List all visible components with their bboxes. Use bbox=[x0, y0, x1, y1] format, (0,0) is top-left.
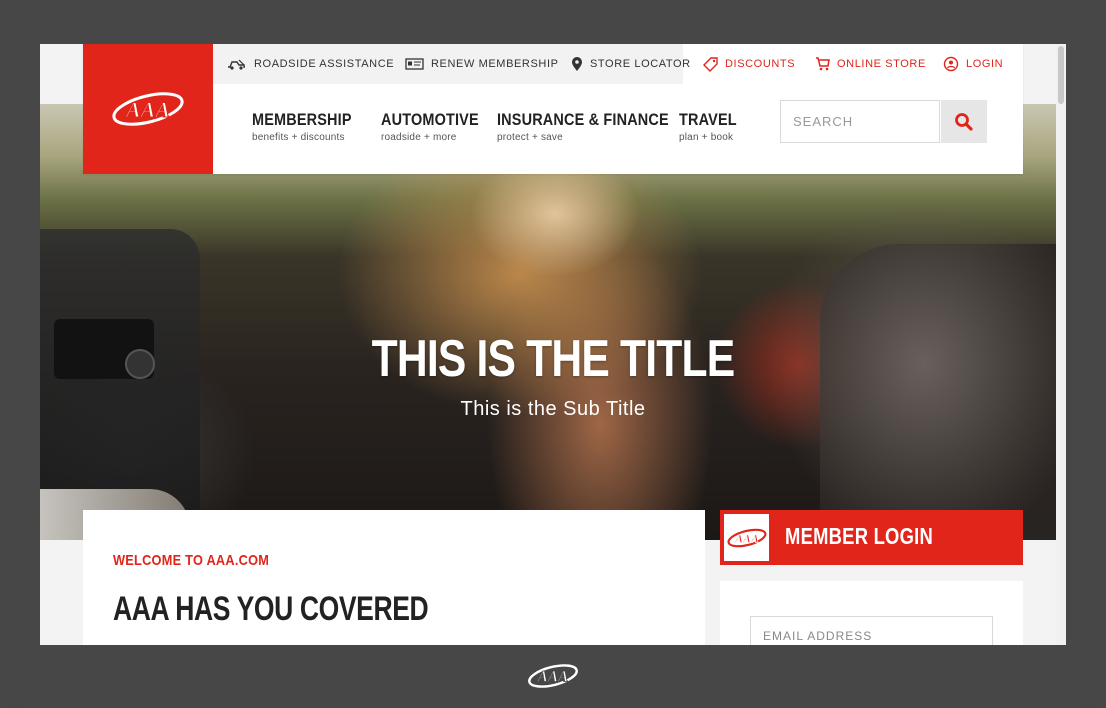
membership-card-icon bbox=[405, 58, 424, 70]
nav-insurance-sub: protect + save bbox=[497, 132, 563, 143]
hero-title: THIS IS THE TITLE bbox=[371, 330, 736, 388]
search-input[interactable] bbox=[781, 101, 943, 142]
utility-store-label: STORE LOCATOR bbox=[590, 58, 691, 70]
utility-roadside-assistance[interactable]: ROADSIDE ASSISTANCE bbox=[227, 44, 394, 84]
nav-membership-sub: benefits + discounts bbox=[252, 132, 345, 143]
member-login-panel bbox=[720, 581, 1023, 645]
svg-text:AAA: AAA bbox=[537, 669, 569, 686]
utility-online-store[interactable]: ONLINE STORE bbox=[815, 44, 926, 84]
utility-login-label: LOGIN bbox=[966, 58, 1004, 70]
svg-text:AAA: AAA bbox=[734, 531, 759, 545]
utility-renew-membership[interactable]: RENEW MEMBERSHIP bbox=[405, 44, 559, 84]
nav-insurance-title: INSURANCE & FINANCE bbox=[497, 110, 669, 129]
hero-subtitle: This is the Sub Title bbox=[460, 398, 646, 420]
member-login-title: MEMBER LOGIN bbox=[785, 523, 934, 549]
utility-renew-label: RENEW MEMBERSHIP bbox=[431, 58, 559, 70]
device-frame: THIS IS THE TITLE This is the Sub Title … bbox=[0, 0, 1106, 708]
search-button[interactable] bbox=[941, 100, 987, 143]
user-icon bbox=[943, 56, 959, 72]
map-pin-icon bbox=[572, 56, 582, 71]
member-login-header: AAA MEMBER LOGIN bbox=[720, 510, 1023, 565]
aaa-logo-icon: AAA bbox=[112, 92, 184, 126]
nav-travel-title: TRAVEL bbox=[679, 110, 737, 129]
nav-automotive-sub: roadside + more bbox=[381, 132, 457, 143]
nav-membership[interactable]: MEMBERSHIP benefits + discounts bbox=[252, 110, 369, 143]
search-box bbox=[780, 100, 943, 143]
welcome-heading: AAA HAS YOU COVERED bbox=[113, 590, 429, 628]
aaa-logo-small-icon: AAA bbox=[726, 528, 767, 547]
tag-icon bbox=[703, 56, 718, 72]
browser-viewport: THIS IS THE TITLE This is the Sub Title … bbox=[40, 44, 1066, 645]
utility-login[interactable]: LOGIN bbox=[943, 44, 1003, 84]
device-home-logo: AAA bbox=[527, 660, 579, 697]
nav-membership-title: MEMBERSHIP bbox=[252, 110, 352, 129]
nav-automotive[interactable]: AUTOMOTIVE roadside + more bbox=[381, 110, 496, 143]
tow-truck-icon bbox=[228, 59, 245, 70]
utility-store-locator[interactable]: STORE LOCATOR bbox=[571, 44, 691, 84]
nav-travel[interactable]: TRAVEL plan + book bbox=[679, 110, 747, 143]
svg-text:AAA: AAA bbox=[124, 97, 170, 122]
email-field-box bbox=[750, 616, 993, 645]
utility-discounts[interactable]: DISCOUNTS bbox=[703, 44, 795, 84]
scrollbar[interactable] bbox=[1056, 44, 1066, 645]
utility-roadside-label: ROADSIDE ASSISTANCE bbox=[254, 58, 395, 70]
nav-travel-sub: plan + book bbox=[679, 132, 734, 143]
utility-nav: ROADSIDE ASSISTANCE RENEW MEMBERSHIP STO… bbox=[213, 44, 1023, 84]
site-header: AAA ROADSIDE ASSISTANCE RENEW MEMBERSHIP… bbox=[83, 44, 1023, 174]
scrollbar-thumb[interactable] bbox=[1058, 46, 1064, 104]
nav-insurance-finance[interactable]: INSURANCE & FINANCE protect + save bbox=[497, 110, 699, 143]
utility-discounts-label: DISCOUNTS bbox=[725, 58, 796, 70]
member-login-logo: AAA bbox=[724, 514, 769, 561]
email-field[interactable] bbox=[751, 617, 993, 645]
utility-store-online-label: ONLINE STORE bbox=[837, 58, 926, 70]
nav-automotive-title: AUTOMOTIVE bbox=[381, 110, 479, 129]
hero-seat-shape bbox=[820, 244, 1066, 540]
welcome-card: WELCOME TO AAA.COM AAA HAS YOU COVERED bbox=[83, 510, 705, 645]
search-icon bbox=[955, 112, 973, 131]
welcome-kicker: WELCOME TO AAA.COM bbox=[113, 552, 270, 569]
cart-icon bbox=[816, 57, 830, 71]
aaa-logo[interactable]: AAA bbox=[83, 44, 213, 174]
aaa-logo-bottom-icon: AAA bbox=[528, 664, 578, 688]
